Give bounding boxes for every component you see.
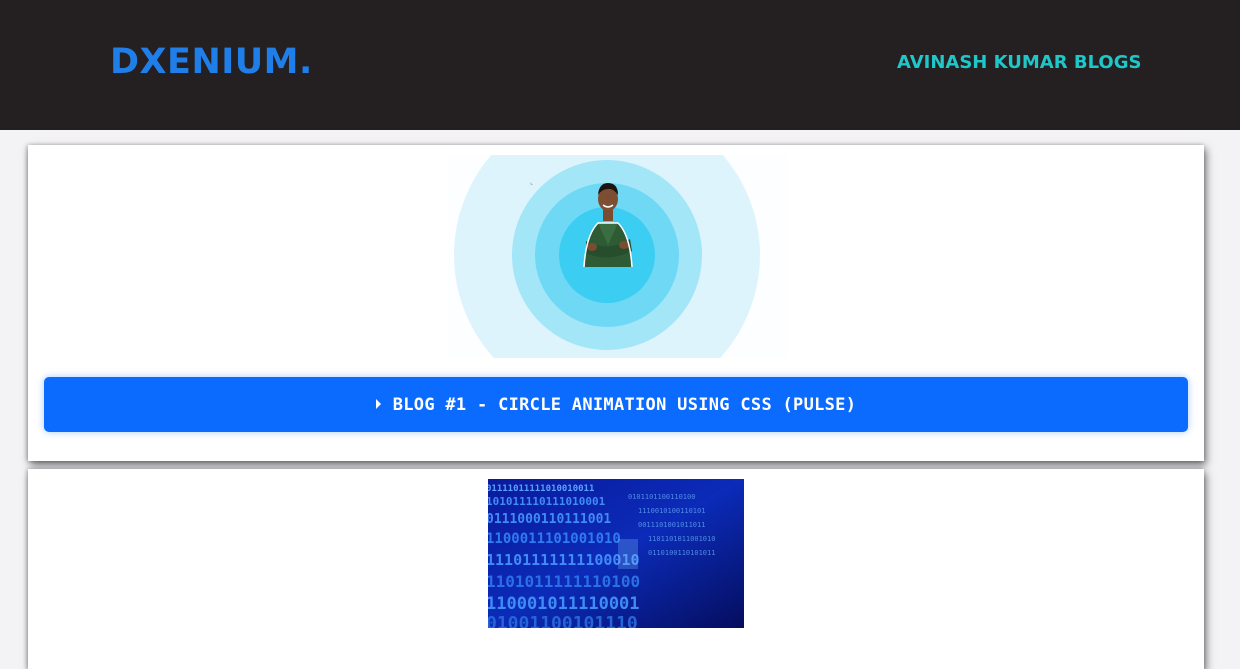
blog-title-text: BLOG #1 - CIRCLE ANIMATION USING CSS (PU… xyxy=(392,394,857,415)
site-header: DXENIUM. AVINASH KUMAR BLOGS xyxy=(0,0,1240,130)
blog-thumbnail xyxy=(448,155,788,358)
svg-text:01111011111010010011: 01111011111010010011 xyxy=(488,484,594,494)
svg-text:11101111111100010: 11101111111100010 xyxy=(488,551,640,569)
binary-code-image: 01111011111010010011 101011110111010001 … xyxy=(488,479,744,628)
svg-text:110001011110001: 110001011110001 xyxy=(488,594,640,614)
svg-text:1101101011001010: 1101101011001010 xyxy=(648,535,715,543)
svg-text:01001100101110: 01001100101110 xyxy=(488,613,638,628)
person-pulse-circles-image xyxy=(448,155,788,358)
svg-text:101011110111010001: 101011110111010001 xyxy=(488,495,606,508)
blog-card: 01111011111010010011 101011110111010001 … xyxy=(28,469,1204,669)
svg-text:1100011101001010: 1100011101001010 xyxy=(488,531,621,547)
svg-text:0011101001011011: 0011101001011011 xyxy=(638,521,705,529)
svg-text:0111000110111001: 0111000110111001 xyxy=(488,512,611,527)
caret-right-icon xyxy=(375,398,381,409)
nav-link-author-blogs[interactable]: AVINASH KUMAR BLOGS xyxy=(897,52,1141,73)
blog-card: BLOG #1 - CIRCLE ANIMATION USING CSS (PU… xyxy=(28,145,1204,461)
svg-text:1110010100110101: 1110010100110101 xyxy=(638,507,705,515)
svg-text:0101101100110100: 0101101100110100 xyxy=(628,493,695,501)
svg-text:0110100110101011: 0110100110101011 xyxy=(648,549,715,557)
site-logo[interactable]: DXENIUM. xyxy=(110,42,313,82)
blog-thumbnail: 01111011111010010011 101011110111010001 … xyxy=(488,479,744,628)
blog-title-button[interactable]: BLOG #1 - CIRCLE ANIMATION USING CSS (PU… xyxy=(44,377,1188,432)
svg-text:1101011111110100: 1101011111110100 xyxy=(488,572,640,591)
